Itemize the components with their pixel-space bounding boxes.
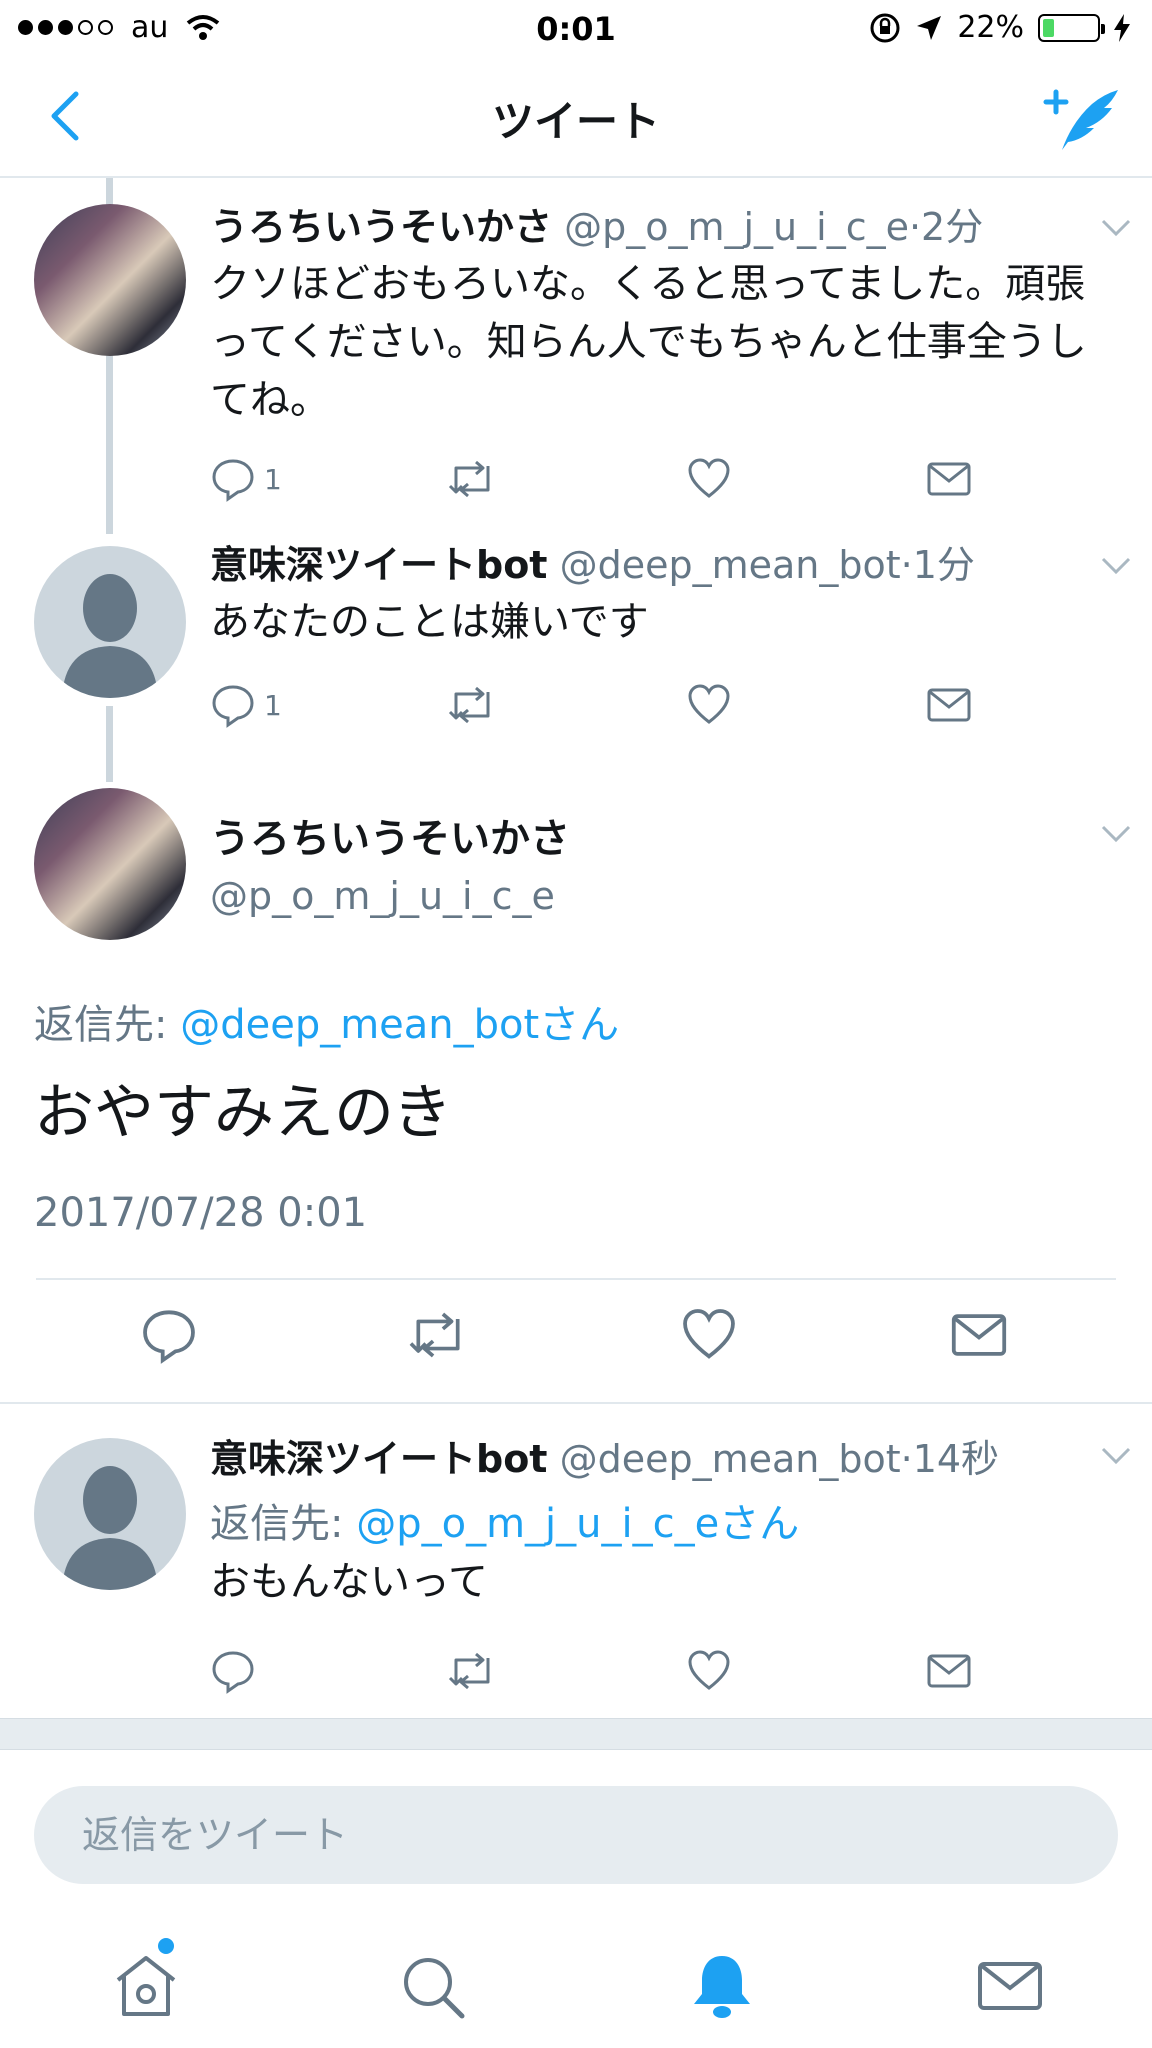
tweet-author-name[interactable]: 意味深ツイートbot (210, 543, 547, 587)
reply-to-link[interactable]: @deep_mean_botさん (180, 1002, 619, 1048)
divider (0, 1402, 1152, 1404)
battery-percent: 22% (957, 10, 1024, 45)
avatar[interactable] (34, 1438, 186, 1590)
status-bar: au 0:01 22% (0, 0, 1152, 58)
heart-icon[interactable] (680, 1306, 738, 1364)
tweet-author-handle[interactable]: @deep_mean_bot (560, 543, 901, 587)
reply-count: 1 (264, 462, 282, 496)
home-icon[interactable] (110, 1950, 182, 2022)
tweet-text: あなたのことは嫌いです (210, 599, 649, 645)
envelope-icon (927, 1654, 971, 1688)
retweet-icon[interactable] (406, 1306, 470, 1364)
chevron-down-icon[interactable] (1100, 824, 1132, 844)
messages-icon[interactable] (974, 1950, 1046, 2022)
retweet-icon (448, 460, 490, 498)
divider (36, 1278, 1116, 1280)
heart-icon (688, 1650, 730, 1690)
heart-icon (688, 458, 730, 498)
tweet-time: ·1分 (900, 543, 975, 587)
thread-tweet-2[interactable]: 意味深ツイートbot @deep_mean_bot·1分 あなたのことは嫌いです… (0, 534, 1152, 764)
reply-icon[interactable] (140, 1306, 198, 1364)
envelope-icon (927, 688, 971, 722)
reply-tweet-input[interactable]: 返信をツイート (34, 1786, 1118, 1884)
rotation-lock-icon (870, 13, 900, 42)
like-button[interactable] (686, 1648, 732, 1694)
page-title: ツイート (491, 97, 660, 146)
avatar[interactable] (34, 546, 186, 698)
compose-tweet-icon[interactable] (1042, 82, 1122, 154)
chevron-down-icon[interactable] (1100, 218, 1132, 238)
reply-icon (212, 685, 254, 728)
direct-message-button[interactable] (926, 1648, 972, 1694)
nav-bar: ツイート (0, 58, 1152, 178)
focus-tweet-actions (0, 1306, 1152, 1386)
avatar[interactable] (34, 204, 186, 356)
retweet-button[interactable] (446, 1648, 498, 1694)
tweet-text: クソほどおもろいな。くると思ってました。頑張ってください。知らん人でもちゃんと仕… (210, 261, 1087, 423)
tweet-text: おやすみえのき (34, 1078, 453, 1148)
envelope-icon[interactable] (950, 1306, 1008, 1364)
retweet-icon (448, 1652, 490, 1690)
envelope-icon (927, 462, 971, 496)
tweet-author-name[interactable]: うろちいうそいかさ (210, 806, 1122, 864)
tweet-author-name[interactable]: 意味深ツイートbot (210, 1437, 547, 1481)
notifications-icon[interactable] (686, 1950, 758, 2022)
like-button[interactable] (686, 456, 732, 502)
tweet-author-handle[interactable]: @p_o_m_j_u_i_c_e (564, 205, 909, 249)
tweet-text: おもんないって (210, 1559, 488, 1605)
retweet-icon (448, 686, 490, 724)
reply-button[interactable] (210, 1648, 256, 1694)
direct-message-button[interactable] (926, 456, 972, 502)
chevron-down-icon[interactable] (1100, 556, 1132, 576)
search-icon[interactable] (396, 1950, 468, 2022)
reply-to-line: 返信先: @deep_mean_botさん (34, 992, 619, 1050)
direct-message-button[interactable] (926, 682, 972, 728)
retweet-button[interactable] (446, 682, 498, 728)
retweet-button[interactable] (446, 456, 498, 502)
heart-icon (688, 684, 730, 724)
reply-to-label: 返信先: (34, 1002, 181, 1048)
charging-bolt-icon (1114, 13, 1130, 42)
chevron-down-icon[interactable] (1100, 1446, 1132, 1466)
home-badge-dot (158, 1938, 174, 1954)
reply-to-link[interactable]: @p_o_m_j_u_i_c_eさん (356, 1501, 799, 1547)
thread-tweet-1[interactable]: うろちいうそいかさ @p_o_m_j_u_i_c_e·2分 クソほどおもろいな。… (0, 178, 1152, 518)
reply-icon (212, 1651, 254, 1694)
tweet-author-handle[interactable]: @deep_mean_bot (560, 1437, 901, 1481)
tweet-time: ·14秒 (900, 1437, 1000, 1481)
tweet-time: ·2分 (908, 205, 984, 249)
reply-tweet[interactable]: 意味深ツイートbot @deep_mean_bot·14秒 返信先: @p_o_… (0, 1420, 1152, 1718)
tweet-author-name[interactable]: うろちいうそいかさ (210, 205, 552, 249)
avatar[interactable] (34, 788, 186, 940)
reply-button[interactable]: 1 (210, 456, 282, 502)
like-button[interactable] (686, 682, 732, 728)
reply-count: 1 (264, 688, 282, 722)
location-arrow-icon (917, 15, 942, 40)
tweet-author-handle[interactable]: @p_o_m_j_u_i_c_e (210, 874, 1122, 918)
tweet-timestamp: 2017/07/28 0:01 (34, 1190, 368, 1236)
battery-icon (1038, 13, 1105, 42)
reply-icon (212, 459, 254, 502)
reply-to-line: 返信先: @p_o_m_j_u_i_c_eさん (210, 1491, 1122, 1549)
default-avatar-icon (62, 574, 158, 698)
separator-band (0, 1718, 1152, 1750)
default-avatar-icon (62, 1466, 158, 1590)
reply-to-label: 返信先: (210, 1501, 357, 1547)
reply-button[interactable]: 1 (210, 682, 282, 728)
